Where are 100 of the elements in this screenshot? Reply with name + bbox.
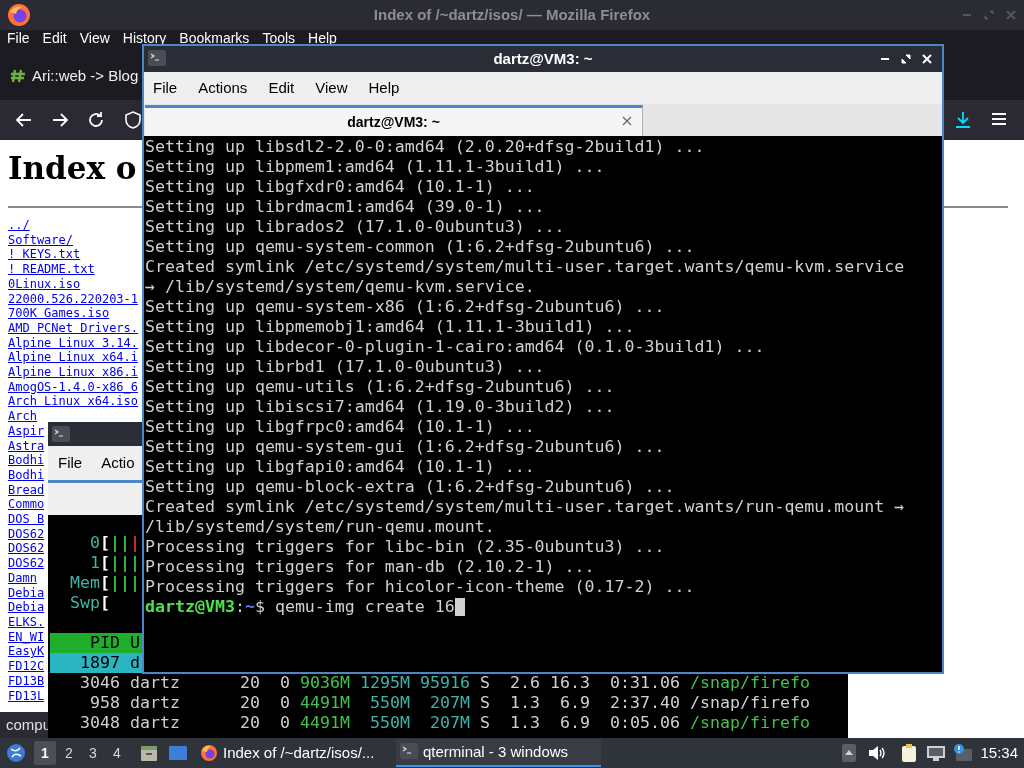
table-cell-text: 6.9 bbox=[559, 713, 590, 733]
network-icon[interactable] bbox=[926, 744, 947, 762]
menu-item[interactable]: Bookmarks bbox=[179, 32, 250, 44]
file-link[interactable]: Bodhi bbox=[8, 453, 45, 468]
start-menu-icon[interactable] bbox=[6, 743, 26, 763]
notification-icon[interactable] bbox=[952, 743, 975, 763]
file-link[interactable]: Arch bbox=[8, 409, 37, 424]
table-cell-text: 0 bbox=[279, 713, 290, 733]
meter-label: 0 bbox=[89, 533, 100, 553]
file-link[interactable]: 700K Games.iso bbox=[8, 306, 110, 321]
table-cell-text: 3048 bbox=[79, 713, 120, 733]
file-link[interactable]: Arch Linux x64.iso bbox=[8, 394, 139, 410]
file-link[interactable]: DOS62 bbox=[8, 526, 45, 542]
workspace-button[interactable]: 2 bbox=[58, 741, 80, 765]
file-link[interactable]: AmogOS-1.4.0-x86_6 bbox=[8, 379, 139, 395]
file-link[interactable]: Debia bbox=[8, 600, 45, 615]
table-cell-text: /snap/firefo bbox=[689, 673, 810, 693]
volume-icon[interactable] bbox=[868, 745, 887, 761]
hash-icon bbox=[10, 69, 26, 83]
table-cell-text: dartz bbox=[129, 713, 180, 733]
file-link[interactable]: ../ bbox=[8, 218, 30, 233]
clock[interactable]: 15:34 bbox=[980, 741, 1018, 765]
table-cell-text: 20 bbox=[239, 693, 260, 713]
file-link[interactable]: FD13L bbox=[8, 688, 45, 704]
menu-item[interactable]: Edit bbox=[268, 76, 295, 100]
menu-item[interactable]: Tools bbox=[262, 32, 296, 44]
menu-item[interactable]: Actio bbox=[101, 451, 135, 475]
page-heading: Index o bbox=[8, 149, 137, 188]
file-link[interactable]: EN_WI bbox=[8, 629, 45, 645]
meter-bracket: [ bbox=[100, 573, 110, 593]
file-link[interactable]: FD13B bbox=[8, 673, 45, 689]
file-link[interactable]: Alpine Linux x86.i bbox=[8, 365, 139, 380]
file-link[interactable]: Alpine Linux x64.i bbox=[8, 350, 139, 366]
terminal-icon bbox=[52, 426, 70, 442]
terminal-line: Setting up qemu-system-common (1:6.2+dfsg-2ubuntu6) ... bbox=[145, 237, 696, 257]
table-cell-text: S bbox=[479, 673, 490, 693]
file-link[interactable]: Bodhi bbox=[8, 467, 45, 483]
terminal-line: Setting up libpmem1:amd64 (1.11.1-3build1) ... bbox=[145, 157, 606, 177]
file-link[interactable]: DOS B bbox=[8, 512, 45, 527]
meter-text: ||| bbox=[110, 553, 140, 573]
terminal-line: Created symlink /etc/systemd/system/multi-user.target.wants/qemu-kvm.service bbox=[145, 257, 906, 277]
table-cell-text: 550M bbox=[369, 713, 410, 733]
file-link[interactable]: EasyK bbox=[8, 644, 45, 660]
file-link[interactable]: Commo bbox=[8, 497, 45, 513]
file-link[interactable]: 22000.526.220203-1 bbox=[8, 291, 139, 307]
table-cell-text: 1295M bbox=[359, 673, 410, 693]
reload-icon[interactable] bbox=[87, 111, 105, 129]
file-link[interactable]: Alpine Linux 3.14. bbox=[8, 335, 139, 351]
taskbar-task[interactable]: Index of /~dartz/isos/... bbox=[196, 739, 390, 767]
menu-item[interactable]: File bbox=[7, 32, 30, 44]
file-link[interactable]: Astra bbox=[8, 438, 45, 454]
browser-tab[interactable]: Ari::web -> Blog bbox=[10, 64, 139, 88]
table-cell-text: 207M bbox=[429, 713, 470, 733]
menu-item[interactable]: History bbox=[122, 32, 167, 44]
menu-item[interactable]: Help bbox=[368, 76, 400, 100]
workspace-button[interactable]: 4 bbox=[106, 741, 128, 765]
menu-item[interactable]: View bbox=[79, 32, 110, 44]
menu-item[interactable]: Help bbox=[308, 32, 337, 44]
menu-item[interactable]: Edit bbox=[42, 32, 67, 44]
menu-item[interactable]: View bbox=[315, 76, 348, 100]
terminal-line: Setting up librbd1 (17.1.0-0ubuntu3) ... bbox=[145, 357, 546, 377]
file-link[interactable]: DOS62 bbox=[8, 556, 45, 571]
file-link[interactable]: Software/ bbox=[8, 232, 74, 248]
taskbar-task[interactable]: qterminal - 3 windows bbox=[396, 739, 601, 767]
table-cell-text: 0 bbox=[279, 693, 290, 713]
file-link[interactable]: DOS62 bbox=[8, 541, 45, 557]
file-link[interactable]: ! KEYS.txt bbox=[8, 247, 81, 263]
terminal-tab[interactable]: dartz@VM3: ~ bbox=[145, 105, 643, 136]
workspace-button[interactable]: 1 bbox=[34, 741, 56, 765]
meter-text: ||| bbox=[110, 573, 140, 593]
menu-item[interactable]: File bbox=[153, 76, 178, 100]
menu-icon[interactable] bbox=[991, 111, 1007, 127]
close-tab-icon[interactable] bbox=[622, 116, 632, 126]
file-link[interactable]: Aspir bbox=[8, 423, 45, 439]
file-link[interactable]: Damn bbox=[8, 570, 37, 586]
terminal-line: Setting up librdmacm1:amd64 (39.0-1) ... bbox=[145, 197, 546, 217]
back-icon[interactable] bbox=[15, 111, 33, 129]
file-link[interactable]: ELKS. bbox=[8, 615, 45, 630]
download-icon[interactable] bbox=[954, 110, 972, 130]
file-link[interactable]: 0Linux.iso bbox=[8, 276, 81, 292]
file-manager-icon[interactable] bbox=[140, 744, 158, 762]
table-cell-text: 1.3 bbox=[509, 713, 540, 733]
table-cell-text: /snap/firefo bbox=[689, 693, 810, 713]
file-link[interactable]: Debia bbox=[8, 585, 45, 601]
terminal-line: Processing triggers for libc-bin (2.35-0ubuntu3) ... bbox=[145, 537, 666, 557]
table-cell-text: 1.3 bbox=[509, 693, 540, 713]
workspace-button[interactable]: 3 bbox=[82, 741, 104, 765]
terminal-line: Setting up libsdl2-2.0-0:amd64 (2.0.20+dfsg-2build1) ... bbox=[145, 137, 706, 157]
file-link[interactable]: FD12C bbox=[8, 659, 45, 674]
menu-item[interactable]: Actions bbox=[198, 76, 248, 100]
firefox-logo-icon bbox=[7, 3, 31, 27]
file-link[interactable]: AMD PCNet Drivers. bbox=[8, 320, 139, 336]
table-cell-text: dartz bbox=[129, 673, 180, 693]
desktop-icon[interactable] bbox=[168, 745, 188, 761]
shield-icon[interactable] bbox=[124, 110, 142, 130]
clipboard-icon[interactable] bbox=[900, 743, 919, 763]
file-link[interactable]: Bread bbox=[8, 482, 45, 498]
forward-icon[interactable] bbox=[51, 111, 69, 129]
menu-item[interactable]: File bbox=[58, 451, 83, 475]
file-link[interactable]: ! README.txt bbox=[8, 262, 95, 277]
